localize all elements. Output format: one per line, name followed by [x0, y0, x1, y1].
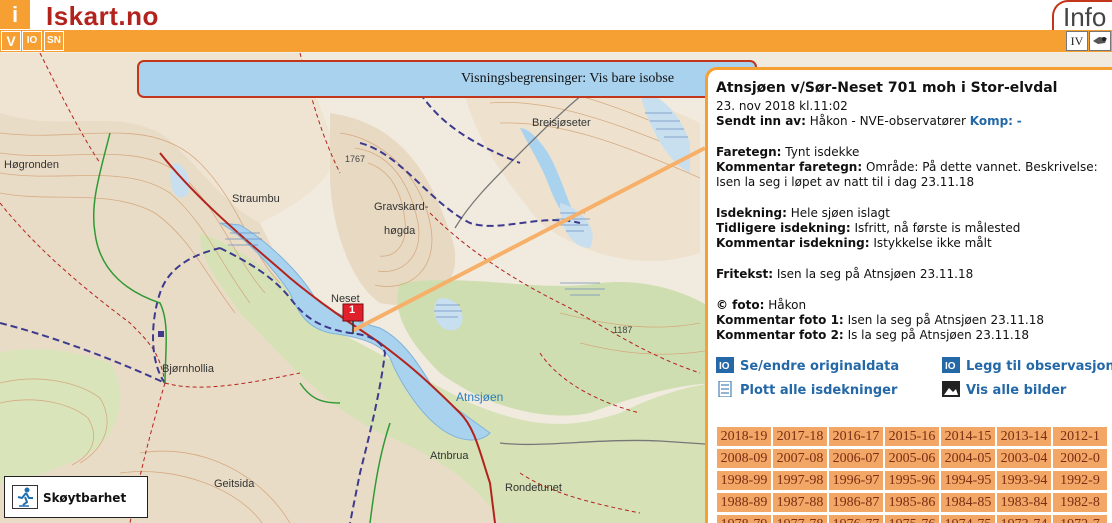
season-button[interactable]: 1984-85	[940, 492, 996, 513]
fritekst-row: Fritekst: Isen la seg på Atnsjøen 23.11.…	[716, 267, 974, 281]
iv-button[interactable]: IV	[1066, 31, 1088, 51]
season-button[interactable]: 2015-16	[884, 426, 940, 447]
edit-original-link[interactable]: IO Se/endre originaldata	[716, 357, 899, 374]
season-button[interactable]: 2007-08	[772, 448, 828, 469]
season-button[interactable]: 1982-8	[1052, 492, 1108, 513]
season-button[interactable]: 1976-77	[828, 514, 884, 523]
place-atnsjoen: Atnsjøen	[456, 390, 504, 404]
toolbar: V IO SN	[0, 30, 1112, 52]
marker-label: 1	[349, 304, 356, 316]
kommentar-isdekning-row: Kommentar isdekning: Istykkelse ikke mål…	[716, 236, 992, 250]
legend-label: Skøytbarhet	[43, 491, 127, 505]
document-icon	[716, 380, 734, 398]
elevation-label: 1767	[345, 154, 366, 164]
season-button[interactable]: 2012-1	[1052, 426, 1108, 447]
season-row: 1988-89 1987-88 1986-87 1985-86 1984-85 1983-…	[716, 492, 1112, 513]
svg-text:IO: IO	[945, 361, 956, 372]
season-row: 2018-19 2017-18 2016-17 2015-16 2014-15 2013-…	[716, 426, 1112, 447]
kommentar-faretegn-row: Kommentar faretegn: Område: På dette van…	[716, 160, 1098, 174]
legend-box[interactable]: Skøytbarhet	[4, 476, 148, 518]
io-button[interactable]: IO	[22, 31, 42, 51]
show-images-link[interactable]: Vis alle bilder	[942, 381, 1066, 398]
season-button[interactable]: 1975-76	[884, 514, 940, 523]
sn-button[interactable]: SN	[44, 31, 64, 51]
layer-toggle-icon[interactable]	[1089, 31, 1111, 51]
header-bar: i Iskart.no Info	[0, 0, 1112, 32]
season-button[interactable]: 1988-89	[716, 492, 772, 513]
image-icon	[942, 381, 960, 397]
season-grid: 2018-19 2017-18 2016-17 2015-16 2014-15 2013-…	[716, 426, 1112, 523]
place-breisjoseter: Breisjøseter	[532, 117, 591, 129]
season-row: 1998-99 1997-98 1996-97 1995-96 1994-95 1993-…	[716, 470, 1112, 491]
season-button[interactable]: 1993-94	[996, 470, 1052, 491]
season-button[interactable]: 1972-7	[1052, 514, 1108, 523]
season-button[interactable]: 2005-06	[884, 448, 940, 469]
season-button[interactable]: 2018-19	[716, 426, 772, 447]
season-button[interactable]: 1997-98	[772, 470, 828, 491]
season-button[interactable]: 1985-86	[884, 492, 940, 513]
place-gravskard: Gravskard-	[374, 201, 429, 213]
season-button[interactable]: 1986-87	[828, 492, 884, 513]
restriction-banner[interactable]: Visningsbegrensinger: Vis bare isobse	[137, 60, 757, 98]
place-bjornhollia: Bjørnhollia	[162, 363, 214, 375]
season-button[interactable]: 1994-95	[940, 470, 996, 491]
season-button[interactable]: 1983-84	[996, 492, 1052, 513]
season-button[interactable]: 1978-79	[716, 514, 772, 523]
season-button[interactable]: 2013-14	[996, 426, 1052, 447]
season-button[interactable]: 2006-07	[828, 448, 884, 469]
observation-marker-icon[interactable]: 1	[342, 303, 364, 335]
skater-icon	[12, 485, 38, 509]
season-row: 2008-09 2007-08 2006-07 2005-06 2004-05 2003-…	[716, 448, 1112, 469]
season-button[interactable]: 1998-99	[716, 470, 772, 491]
season-row: 1978-791977-781976-771975-761974-751973-…	[716, 514, 1112, 523]
place-geitsida: Geitsida	[214, 478, 255, 490]
place-atnbrua: Atnbrua	[430, 450, 469, 462]
popup-date: 23. nov 2018 kl.11:02	[716, 99, 848, 113]
place-straumbu: Straumbu	[232, 193, 280, 205]
season-button[interactable]: 1974-75	[940, 514, 996, 523]
isdekning-row: Isdekning: Hele sjøen islagt	[716, 206, 890, 220]
info-logo-icon[interactable]: i	[0, 0, 30, 29]
add-observation-link[interactable]: IO Legg til observasjone	[942, 357, 1112, 374]
place-hogronden: Høgronden	[4, 159, 60, 171]
elevation-label: 1187	[613, 325, 633, 335]
v-button[interactable]: V	[1, 31, 21, 51]
season-button[interactable]: 1996-97	[828, 470, 884, 491]
season-button[interactable]: 2002-0	[1052, 448, 1108, 469]
season-button[interactable]: 2003-04	[996, 448, 1052, 469]
kommentar-foto-1-row: Kommentar foto 1: Isen la seg på Atnsjøe…	[716, 313, 1044, 327]
popup-title: Atnsjøen v/Sør-Neset 701 moh i Stor-elvd…	[716, 80, 1058, 96]
io-add-icon: IO	[942, 357, 960, 373]
plot-all-link[interactable]: Plott alle isdekninger	[716, 380, 897, 398]
svg-text:IO: IO	[719, 361, 730, 372]
observation-popup: Atnsjøen v/Sør-Neset 701 moh i Stor-elvd…	[705, 67, 1112, 523]
season-button[interactable]: 1987-88	[772, 492, 828, 513]
season-button[interactable]: 1977-78	[772, 514, 828, 523]
kommentar-faretegn-cont: Isen la seg i løpet av natt til i dag 23…	[716, 175, 975, 189]
place-hogda: høgda	[384, 225, 416, 237]
season-button[interactable]: 2004-05	[940, 448, 996, 469]
faretegn-row: Faretegn: Tynt isdekke	[716, 145, 860, 159]
season-button[interactable]: 1992-9	[1052, 470, 1108, 491]
kommentar-foto-2-row: Kommentar foto 2: Is la seg på Atnsjøen …	[716, 328, 1029, 342]
place-rondetunet: Rondetunet	[505, 482, 562, 494]
info-tab[interactable]: Info	[1052, 0, 1112, 32]
foto-row: © foto: Håkon	[716, 298, 807, 312]
season-button[interactable]: 2014-15	[940, 426, 996, 447]
season-button[interactable]: 2016-17	[828, 426, 884, 447]
io-edit-icon: IO	[716, 357, 734, 373]
season-button[interactable]: 2008-09	[716, 448, 772, 469]
season-button[interactable]: 2017-18	[772, 426, 828, 447]
season-button[interactable]: 1995-96	[884, 470, 940, 491]
site-title[interactable]: Iskart.no	[46, 1, 159, 32]
season-button[interactable]: 1973-74	[996, 514, 1052, 523]
app-window: i Iskart.no Info V IO SN IV Høgronden St…	[0, 0, 1112, 523]
sendt-row: Sendt inn av: Håkon - NVE-observatører K…	[716, 114, 1022, 128]
tidligere-isdekning-row: Tidligere isdekning: Isfritt, nå første …	[716, 221, 1021, 235]
